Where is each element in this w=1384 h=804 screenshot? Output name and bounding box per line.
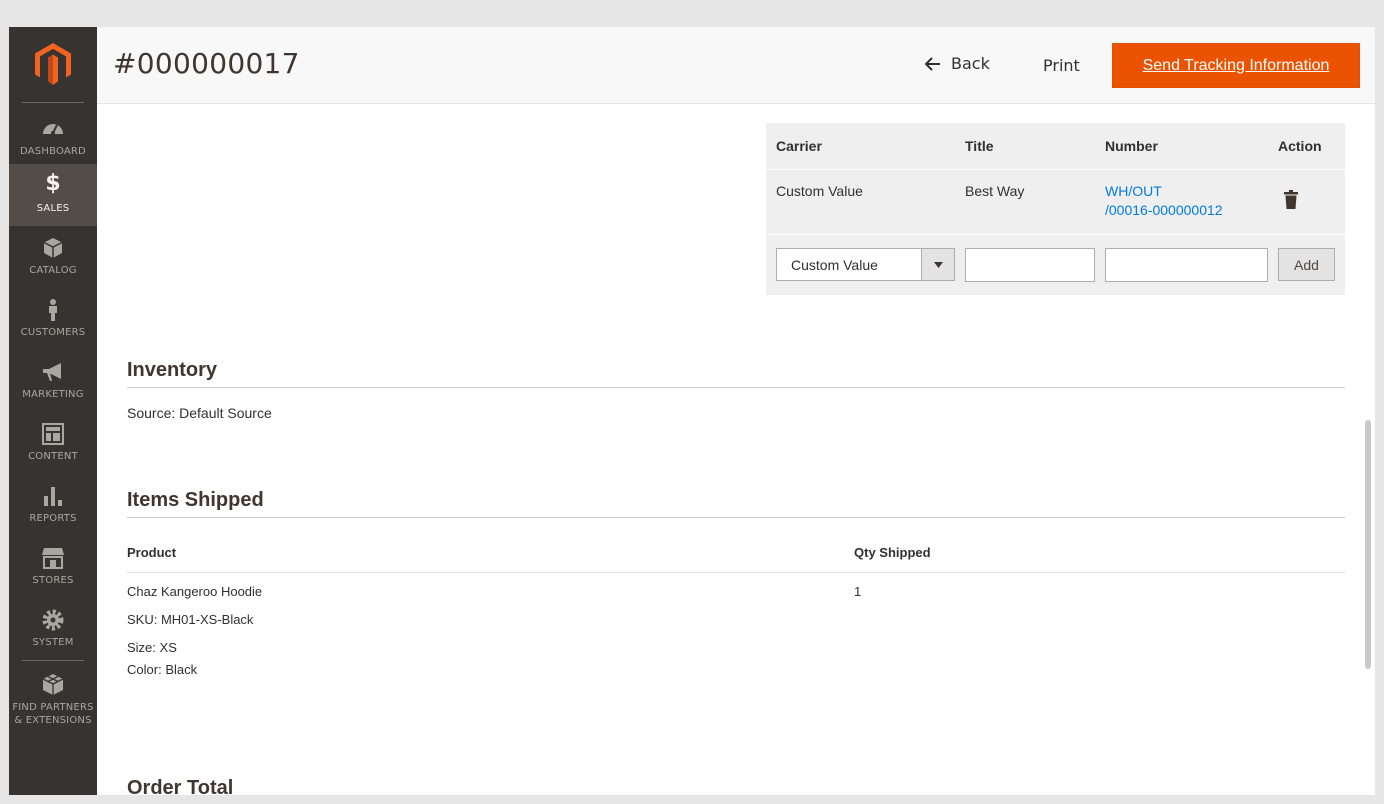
- sidebar-item-label: REPORTS: [29, 513, 77, 524]
- tracking-title-value: Best Way: [965, 183, 1025, 199]
- sidebar-item-label: DASHBOARD: [20, 146, 86, 157]
- sidebar-item-label-line2: & EXTENSIONS: [14, 715, 92, 726]
- sidebar-item-label: SALES: [36, 203, 70, 214]
- admin-window: DASHBOARD $ SALES CATALOG CUSTOMERS MARK…: [9, 27, 1375, 795]
- sidebar-item-dashboard[interactable]: DASHBOARD: [9, 107, 97, 169]
- admin-sidebar: DASHBOARD $ SALES CATALOG CUSTOMERS MARK…: [9, 27, 97, 795]
- dollar-icon: $: [45, 171, 61, 196]
- tracking-number-line1: WH/OUT: [1105, 183, 1162, 199]
- row-divider: [766, 169, 1345, 170]
- sidebar-item-label: FIND PARTNERS & EXTENSIONS: [9, 701, 97, 727]
- sidebar-item-label: STORES: [32, 575, 74, 586]
- tracking-title-input[interactable]: [965, 248, 1095, 282]
- sidebar-item-label: SYSTEM: [32, 637, 74, 648]
- sku-value: MH01-XS-Black: [160, 612, 254, 627]
- carrier-select-value: Custom Value: [791, 256, 878, 273]
- storefront-icon: [42, 548, 64, 569]
- page-title: #000000017: [113, 47, 300, 80]
- size-label: Size:: [127, 640, 156, 655]
- sidebar-item-catalog[interactable]: CATALOG: [9, 226, 97, 288]
- magento-logo-icon[interactable]: [35, 43, 71, 85]
- sidebar-item-marketing[interactable]: MARKETING: [9, 350, 97, 412]
- table-header-divider: [127, 572, 1345, 573]
- trash-icon[interactable]: [1284, 190, 1298, 209]
- size-value: XS: [159, 640, 177, 655]
- sidebar-item-label: CATALOG: [29, 265, 77, 276]
- tracking-number-link[interactable]: WH/OUT /00016-000000012: [1105, 182, 1223, 220]
- gear-icon: [42, 609, 64, 631]
- print-button[interactable]: Print: [1043, 56, 1080, 75]
- product-size: Size: XS: [127, 640, 177, 655]
- column-header-title: Title: [965, 138, 994, 154]
- section-divider: [127, 517, 1345, 518]
- bar-chart-icon: [44, 487, 62, 506]
- sidebar-item-find-partners[interactable]: FIND PARTNERS & EXTENSIONS: [9, 663, 97, 737]
- column-header-number: Number: [1105, 138, 1158, 154]
- tracking-number-input[interactable]: [1105, 248, 1268, 282]
- product-name: Chaz Kangeroo Hoodie: [127, 584, 263, 599]
- product-sku: SKU: MH01-XS-Black: [127, 612, 253, 627]
- sidebar-item-content[interactable]: CONTENT: [9, 412, 97, 474]
- blocks-icon: [42, 674, 64, 695]
- box-icon: [43, 238, 63, 258]
- sidebar-item-reports[interactable]: REPORTS: [9, 474, 97, 536]
- section-divider: [127, 387, 1345, 388]
- dashboard-icon: [43, 124, 63, 135]
- megaphone-icon: [43, 363, 61, 381]
- chevron-down-icon: [921, 249, 954, 280]
- sidebar-item-stores[interactable]: STORES: [9, 536, 97, 598]
- sidebar-divider: [22, 102, 84, 103]
- back-button[interactable]: Back: [925, 54, 990, 73]
- carrier-select[interactable]: Custom Value: [776, 248, 955, 281]
- sidebar-divider: [22, 660, 84, 661]
- sidebar-item-sales[interactable]: $ SALES: [9, 164, 97, 226]
- sidebar-item-system[interactable]: SYSTEM: [9, 598, 97, 660]
- column-header-qty-shipped: Qty Shipped: [854, 545, 931, 560]
- add-tracking-button[interactable]: Add: [1278, 248, 1335, 281]
- sku-label: SKU:: [127, 612, 158, 627]
- inventory-source: Source: Default Source: [127, 405, 272, 421]
- sidebar-item-label: MARKETING: [22, 389, 84, 400]
- row-divider: [766, 234, 1345, 235]
- source-value: Default Source: [179, 405, 272, 421]
- qty-shipped-value: 1: [854, 584, 862, 599]
- arrow-left-icon: [925, 56, 940, 71]
- source-label: Source:: [127, 405, 176, 421]
- main-content: Carrier Title Number Action Custom Value…: [97, 105, 1375, 795]
- tracking-carrier-value: Custom Value: [776, 183, 863, 199]
- items-shipped-title: Items Shipped: [127, 489, 264, 511]
- layout-icon: [42, 423, 64, 445]
- column-header-action: Action: [1278, 138, 1322, 154]
- tracking-table: Carrier Title Number Action Custom Value…: [766, 123, 1345, 295]
- scrollbar[interactable]: [1365, 420, 1371, 669]
- person-icon: [49, 299, 57, 321]
- product-color: Color: Black: [127, 662, 197, 677]
- color-label: Color:: [127, 662, 162, 677]
- sidebar-item-label-line1: FIND PARTNERS: [12, 702, 94, 713]
- sidebar-item-label: CONTENT: [28, 451, 78, 462]
- send-tracking-button[interactable]: Send Tracking Information: [1112, 43, 1360, 88]
- back-button-label: Back: [951, 54, 990, 73]
- sidebar-item-label: CUSTOMERS: [20, 327, 86, 338]
- sidebar-item-customers[interactable]: CUSTOMERS: [9, 288, 97, 350]
- order-total-title: Order Total: [127, 777, 234, 795]
- column-header-product: Product: [127, 545, 177, 560]
- tracking-number-line2: /00016-000000012: [1105, 202, 1223, 218]
- column-header-carrier: Carrier: [776, 138, 822, 154]
- page-header: #000000017 Back Print Send Tracking Info…: [97, 27, 1375, 104]
- color-value: Black: [165, 662, 198, 677]
- inventory-title: Inventory: [127, 359, 218, 381]
